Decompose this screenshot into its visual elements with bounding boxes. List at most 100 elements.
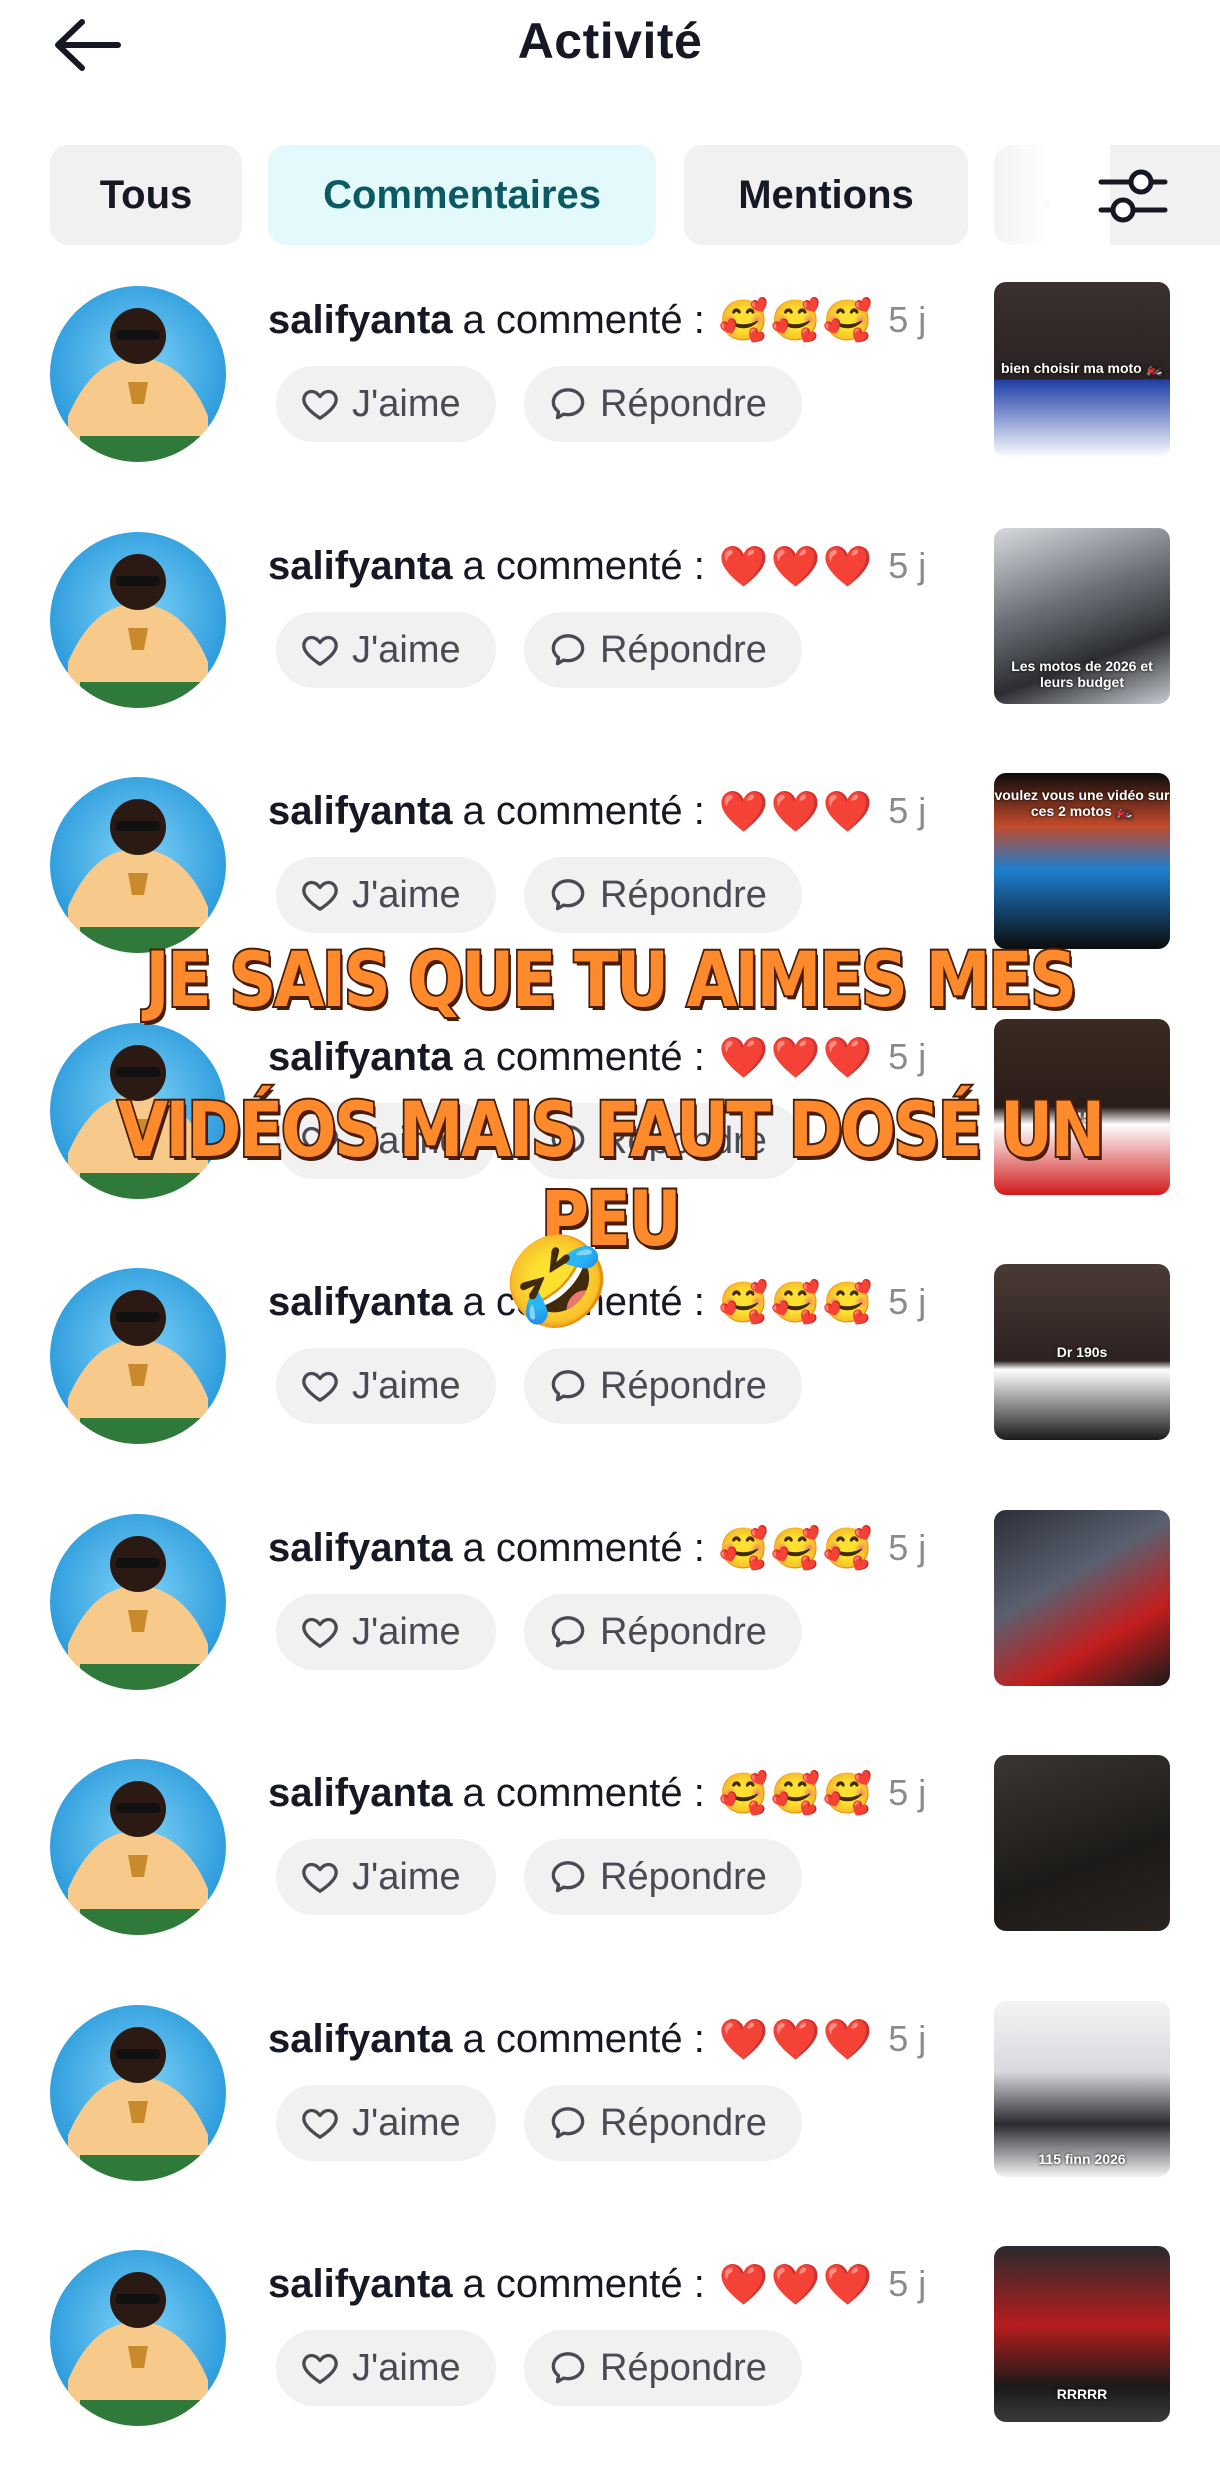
video-thumbnail[interactable]: bien choisir ma moto 🏍️	[994, 282, 1170, 458]
comment-text: salifyanta a commenté : ❤️❤️❤️ 5 j	[268, 1999, 958, 2079]
like-button[interactable]: J'aime	[276, 366, 496, 442]
username[interactable]: salifyanta	[268, 2017, 453, 2062]
comment-row[interactable]: salifyanta a commenté : ❤️❤️❤️ 5 j J'aime Rép…	[0, 1999, 1220, 2245]
timestamp: 5 j	[888, 1527, 927, 1568]
username[interactable]: salifyanta	[268, 789, 453, 834]
like-button[interactable]: J'aime	[276, 1594, 496, 1670]
heart-outline-icon	[300, 384, 352, 424]
like-label: J'aime	[352, 1855, 461, 1898]
timestamp: 5 j	[888, 1036, 927, 1077]
comment-row[interactable]: salifyanta a commenté : 🥰🥰🥰 5 j J'aime Répond…	[0, 1508, 1220, 1754]
like-button[interactable]: J'aime	[276, 612, 496, 688]
like-label: J'aime	[352, 628, 461, 671]
reply-button[interactable]: Répondre	[524, 2330, 802, 2406]
comment-action: a commenté :	[462, 1034, 705, 1079]
comment-emojis: ❤️❤️❤️	[718, 544, 875, 589]
avatar[interactable]	[50, 1759, 226, 1935]
reply-button[interactable]: Répondre	[524, 612, 802, 688]
video-thumbnail[interactable]: voulez vous une vidéo sur ces 2 motos 🏍️	[994, 773, 1170, 949]
like-label: J'aime	[352, 1364, 461, 1407]
tab-comments[interactable]: Commentaires	[268, 145, 656, 245]
avatar[interactable]	[50, 286, 226, 462]
comment-text: salifyanta a commenté : 🥰🥰🥰 5 j	[268, 1262, 958, 1342]
timestamp: 5 j	[888, 1772, 927, 1813]
like-button[interactable]: J'aime	[276, 1348, 496, 1424]
like-button[interactable]: J'aime	[276, 1839, 496, 1915]
reply-label: Répondre	[600, 1855, 767, 1898]
reply-label: Répondre	[600, 873, 767, 916]
reply-label: Répondre	[600, 628, 767, 671]
video-thumbnail[interactable]: Les motos de 2026 et leurs budget	[994, 528, 1170, 704]
filter-sliders-icon[interactable]	[1095, 160, 1171, 232]
avatar[interactable]	[50, 1514, 226, 1690]
like-button[interactable]: J'aime	[276, 2085, 496, 2161]
comment-action: a commenté :	[462, 543, 705, 588]
reply-label: Répondre	[600, 2101, 767, 2144]
speech-bubble-icon	[548, 2103, 600, 2143]
speech-bubble-icon	[548, 2348, 600, 2388]
video-thumbnail[interactable]: RRRRR	[994, 2246, 1170, 2422]
speech-bubble-icon	[548, 630, 600, 670]
like-label: J'aime	[352, 873, 461, 916]
video-thumbnail[interactable]: Dr 190s	[994, 1264, 1170, 1440]
tab-all[interactable]: Tous	[50, 145, 242, 245]
reply-button[interactable]: Répondre	[524, 1839, 802, 1915]
video-thumbnail[interactable]: 115 finn 2026	[994, 2001, 1170, 2177]
username[interactable]: salifyanta	[268, 544, 453, 589]
comment-action: a commenté :	[462, 2016, 705, 2061]
timestamp: 5 j	[888, 2018, 927, 2059]
comment-emojis: 🥰🥰🥰	[718, 1280, 875, 1325]
comment-action: a commenté :	[462, 1770, 705, 1815]
reply-button[interactable]: Répondre	[524, 1594, 802, 1670]
comment-row[interactable]: salifyanta a commenté : ❤️❤️❤️ 5 j J'aime Rép…	[0, 526, 1220, 772]
username[interactable]: salifyanta	[268, 298, 453, 343]
header: Activité	[0, 0, 1220, 90]
comment-text: salifyanta a commenté : 🥰🥰🥰 5 j	[268, 1508, 958, 1588]
reply-button[interactable]: Répondre	[524, 857, 802, 933]
comment-action: a commenté :	[462, 297, 705, 342]
thumbnail-caption: Dr 190s	[1056, 1344, 1108, 1360]
reply-label: Répondre	[600, 382, 767, 425]
avatar[interactable]	[50, 2250, 226, 2426]
comment-text: salifyanta a commenté : ❤️❤️❤️ 5 j	[268, 526, 958, 606]
username[interactable]: salifyanta	[268, 1526, 453, 1571]
thumbnail-caption: Les motos de 2026 et leurs budget	[1011, 658, 1153, 690]
comment-text: salifyanta a commenté : ❤️❤️❤️ 5 j	[268, 771, 958, 851]
timestamp: 5 j	[888, 299, 927, 340]
comment-action: a commenté :	[462, 1525, 705, 1570]
heart-outline-icon	[300, 1612, 352, 1652]
tab-mentions[interactable]: Mentions	[684, 145, 968, 245]
avatar[interactable]	[50, 777, 226, 953]
comment-row[interactable]: salifyanta a commenté : ❤️❤️❤️ 5 j J'aime Rép…	[0, 2244, 1220, 2490]
thumbnail-caption: 115 finn 2026	[1038, 2151, 1126, 2167]
avatar[interactable]	[50, 2005, 226, 2181]
like-label: J'aime	[352, 1610, 461, 1653]
video-thumbnail[interactable]	[994, 1755, 1170, 1931]
video-thumbnail[interactable]	[994, 1510, 1170, 1686]
avatar[interactable]	[50, 1268, 226, 1444]
comment-row[interactable]: salifyanta a commenté : 🥰🥰🥰 5 j J'aime Répond…	[0, 280, 1220, 526]
comment-row[interactable]: salifyanta a commenté : 🥰🥰🥰 5 j J'aime Répond…	[0, 1753, 1220, 1999]
reply-label: Répondre	[600, 1610, 767, 1653]
like-label: J'aime	[352, 382, 461, 425]
avatar[interactable]	[50, 532, 226, 708]
reply-button[interactable]: Répondre	[524, 1348, 802, 1424]
username[interactable]: salifyanta	[268, 1035, 453, 1080]
tab-fade	[980, 145, 1110, 245]
username[interactable]: salifyanta	[268, 2262, 453, 2307]
username[interactable]: salifyanta	[268, 1771, 453, 1816]
comment-emojis: ❤️❤️❤️	[718, 1035, 875, 1080]
timestamp: 5 j	[888, 1281, 927, 1322]
reply-button[interactable]: Répondre	[524, 366, 802, 442]
speech-bubble-icon	[548, 1857, 600, 1897]
username[interactable]: salifyanta	[268, 1280, 453, 1325]
heart-outline-icon	[300, 2103, 352, 2143]
laughing-emoji-sticker: 🤣	[502, 1232, 612, 1331]
heart-outline-icon	[300, 630, 352, 670]
thumbnail-caption: voulez vous une vidéo sur ces 2 motos 🏍️	[994, 787, 1170, 819]
like-button[interactable]: J'aime	[276, 2330, 496, 2406]
speech-bubble-icon	[548, 1366, 600, 1406]
reply-label: Répondre	[600, 2346, 767, 2389]
reply-button[interactable]: Répondre	[524, 2085, 802, 2161]
like-button[interactable]: J'aime	[276, 857, 496, 933]
